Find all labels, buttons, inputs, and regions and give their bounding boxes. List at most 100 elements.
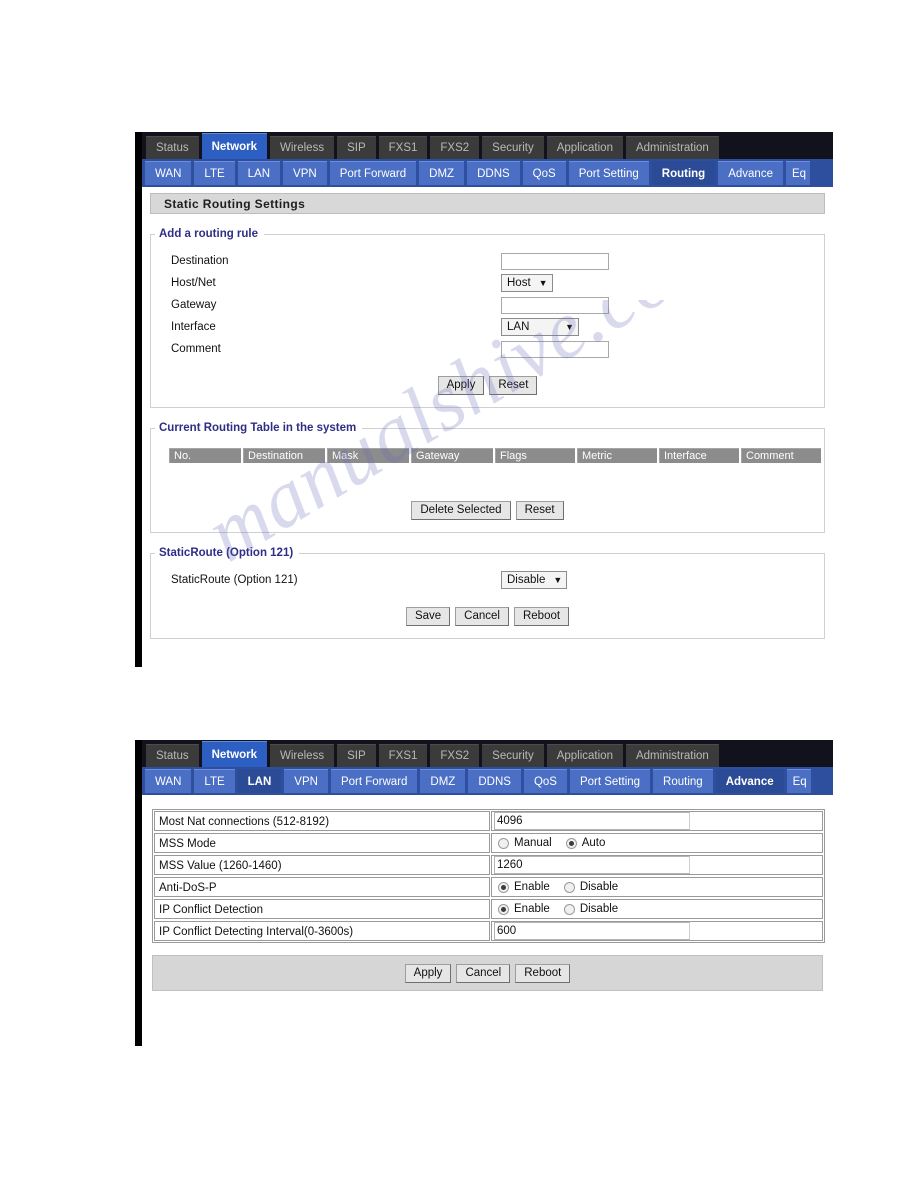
panel-left-bar xyxy=(135,132,142,667)
sub-tab-label: DMZ xyxy=(430,776,456,788)
sub-tab-vpn[interactable]: VPN xyxy=(284,769,328,793)
sub-tab-dmz[interactable]: DMZ xyxy=(420,769,466,793)
advance-setting-radio-group: Enable Disable xyxy=(494,903,632,915)
main-tab-wireless[interactable]: Wireless xyxy=(269,744,335,767)
sub-tab-wan[interactable]: WAN xyxy=(145,161,192,185)
sub-tab-port-setting[interactable]: Port Setting xyxy=(569,769,651,793)
sub-tab-eq[interactable]: Eq xyxy=(785,161,810,185)
sub-tab-port-forward[interactable]: Port Forward xyxy=(330,769,418,793)
advance-setting-input[interactable] xyxy=(494,812,690,830)
radio-option[interactable]: Auto xyxy=(565,837,605,849)
radio-button-icon[interactable] xyxy=(498,881,509,893)
advance-setting-input[interactable] xyxy=(494,856,690,874)
chevron-down-icon: ▼ xyxy=(553,575,563,585)
main-tab-security[interactable]: Security xyxy=(482,744,544,767)
advance-setting-value-cell: Manual Auto xyxy=(491,833,823,853)
host-net-select[interactable]: Host ▼ xyxy=(501,274,553,292)
routing-table-reset-button[interactable]: Reset xyxy=(515,501,564,520)
routing-table-body xyxy=(151,463,824,487)
static-route-button-row: Save Cancel Reboot xyxy=(151,607,824,626)
comment-input[interactable] xyxy=(501,340,609,358)
destination-input[interactable] xyxy=(501,252,609,270)
routing-table-column-header: Mask xyxy=(327,448,409,463)
advance-setting-value-cell xyxy=(491,921,823,941)
static-route-value: Disable xyxy=(507,574,546,586)
sub-tab-lte[interactable]: LTE xyxy=(194,161,235,185)
radio-button-icon[interactable] xyxy=(565,837,577,849)
sub-tab-port-forward[interactable]: Port Forward xyxy=(329,161,417,185)
main-tab-wireless[interactable]: Wireless xyxy=(269,136,335,159)
field-row-interface: Interface LAN ▼ xyxy=(171,316,824,338)
sub-tab-label: QoS xyxy=(533,776,557,788)
apply-button[interactable]: Apply xyxy=(437,376,485,395)
sub-tab-port-setting[interactable]: Port Setting xyxy=(568,161,649,185)
sub-tab-lan[interactable]: LAN xyxy=(237,769,282,793)
routing-table-column-header: Metric xyxy=(577,448,657,463)
main-tab-sip[interactable]: SIP xyxy=(337,744,376,767)
current-routing-table-legend: Current Routing Table in the system xyxy=(159,422,357,434)
static-route-option121-group: StaticRoute (Option 121) StaticRoute (Op… xyxy=(150,547,825,639)
main-tab-status[interactable]: Status xyxy=(146,136,199,159)
main-tab-fxs1[interactable]: FXS1 xyxy=(378,744,428,767)
sub-tab-ddns[interactable]: DDNS xyxy=(468,769,521,793)
advance-setting-row: IP Conflict Detecting Interval(0-3600s) xyxy=(153,920,824,942)
main-tab-fxs1[interactable]: FXS1 xyxy=(378,136,428,159)
sub-tab-routing[interactable]: Routing xyxy=(653,769,713,793)
main-tab-bar-advance: Status Network Wireless SIP FXS1 FXS2 Security… xyxy=(142,740,833,767)
reset-button[interactable]: Reset xyxy=(489,376,538,395)
sub-tab-ddns[interactable]: DDNS xyxy=(467,161,520,185)
advance-apply-button[interactable]: Apply xyxy=(404,963,452,983)
radio-option[interactable]: Disable xyxy=(563,881,618,893)
sub-tab-lan[interactable]: LAN xyxy=(237,161,281,185)
main-tab-administration[interactable]: Administration xyxy=(625,136,719,159)
main-tab-application[interactable]: Application xyxy=(546,136,623,159)
advance-reboot-button[interactable]: Reboot xyxy=(515,963,571,983)
radio-option[interactable]: Manual xyxy=(498,837,552,849)
main-tab-security[interactable]: Security xyxy=(482,136,544,159)
main-tab-fxs2[interactable]: FXS2 xyxy=(430,136,480,159)
sub-tab-qos[interactable]: QoS xyxy=(523,769,567,793)
main-tab-fxs2[interactable]: FXS2 xyxy=(430,744,480,767)
sub-tab-eq[interactable]: Eq xyxy=(786,769,811,793)
advance-setting-row: MSS Value (1260-1460) xyxy=(153,854,824,876)
main-tab-label: Network xyxy=(211,141,257,153)
sub-tab-wan[interactable]: WAN xyxy=(145,769,192,793)
radio-button-icon[interactable] xyxy=(563,881,575,893)
radio-button-icon[interactable] xyxy=(563,903,575,915)
sub-tab-vpn[interactable]: VPN xyxy=(283,161,327,185)
radio-button-icon[interactable] xyxy=(498,903,509,915)
interface-select[interactable]: LAN ▼ xyxy=(501,318,579,336)
sub-tab-dmz[interactable]: DMZ xyxy=(419,161,465,185)
radio-button-icon[interactable] xyxy=(498,837,509,849)
sub-tab-qos[interactable]: QoS xyxy=(522,161,566,185)
sub-tab-label: Port Forward xyxy=(340,776,408,788)
main-tab-label: Status xyxy=(156,142,189,154)
save-button[interactable]: Save xyxy=(405,607,451,626)
main-tab-network[interactable]: Network xyxy=(201,133,267,159)
advance-cancel-button[interactable]: Cancel xyxy=(456,963,511,983)
main-tab-label: FXS2 xyxy=(440,142,470,154)
label-gateway: Gateway xyxy=(171,299,217,311)
radio-option[interactable]: Enable xyxy=(498,903,550,915)
sub-tab-advance[interactable]: Advance xyxy=(715,769,784,793)
main-tab-status[interactable]: Status xyxy=(146,744,199,767)
radio-option[interactable]: Enable xyxy=(498,881,550,893)
main-tab-network[interactable]: Network xyxy=(201,741,267,767)
radio-option[interactable]: Disable xyxy=(563,903,618,915)
radio-option-label: Enable xyxy=(514,881,550,893)
main-tab-label: FXS1 xyxy=(388,750,418,762)
reboot-button[interactable]: Reboot xyxy=(513,607,570,626)
main-tab-administration[interactable]: Administration xyxy=(625,744,719,767)
main-tab-sip[interactable]: SIP xyxy=(337,136,376,159)
label-comment: Comment xyxy=(171,343,221,355)
advance-setting-input[interactable] xyxy=(494,922,690,940)
static-route-select[interactable]: Disable ▼ xyxy=(501,571,568,589)
main-tab-application[interactable]: Application xyxy=(546,744,623,767)
advance-content: Most Nat connections (512-8192)MSS ModeM… xyxy=(142,795,833,943)
cancel-button[interactable]: Cancel xyxy=(455,607,509,626)
sub-tab-lte[interactable]: LTE xyxy=(194,769,235,793)
delete-selected-button[interactable]: Delete Selected xyxy=(411,501,511,520)
sub-tab-routing[interactable]: Routing xyxy=(651,161,716,185)
sub-tab-advance[interactable]: Advance xyxy=(718,161,783,185)
gateway-input[interactable] xyxy=(501,296,609,314)
